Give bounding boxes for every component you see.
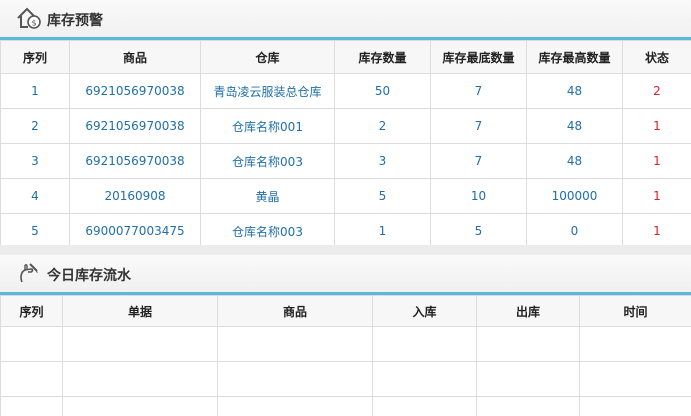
cell-product: 6921056970038 bbox=[69, 73, 201, 109]
cell-product: 6921056970038 bbox=[69, 143, 201, 179]
cell-status: 1 bbox=[622, 143, 691, 179]
table-row[interactable]: 3 6921056970038 仓库名称003 3 7 48 1 bbox=[0, 143, 691, 179]
cell-seq: 5 bbox=[0, 213, 70, 245]
cell-status: 1 bbox=[622, 108, 691, 144]
cell-product: 6921056970038 bbox=[69, 108, 201, 144]
table-row bbox=[0, 361, 691, 397]
cell-max-qty: 100000 bbox=[526, 178, 623, 214]
cell-seq: 2 bbox=[0, 108, 70, 144]
col-header-product: 商品 bbox=[217, 295, 373, 327]
cell-max-qty: 48 bbox=[526, 73, 623, 109]
cell-min-qty: 7 bbox=[430, 143, 527, 179]
cell-product: 6900077003475 bbox=[69, 213, 201, 245]
cell-qty: 3 bbox=[334, 143, 431, 179]
cell-max-qty: 0 bbox=[526, 213, 623, 245]
table-row bbox=[0, 396, 691, 416]
cell-seq: 1 bbox=[0, 73, 70, 109]
cell-qty: 2 bbox=[334, 108, 431, 144]
table-row[interactable]: 4 20160908 黄晶 5 10 100000 1 bbox=[0, 178, 691, 214]
cell-seq: 4 bbox=[0, 178, 70, 214]
cell-seq: 3 bbox=[0, 143, 70, 179]
stock-alert-panel: $ 库存预警 序列 商品 仓库 库存数量 库存最底数量 库存最高数量 状态 1 … bbox=[0, 0, 691, 245]
cell-max-qty: 48 bbox=[526, 108, 623, 144]
stock-flow-header: 今日库存流水 bbox=[0, 255, 691, 295]
cell-max-qty: 48 bbox=[526, 143, 623, 179]
house-money-icon: $ bbox=[17, 7, 41, 29]
cell-warehouse: 仓库名称001 bbox=[200, 108, 335, 144]
table-header-row: 序列 单据 商品 入库 出库 时间 bbox=[0, 295, 691, 327]
cell-min-qty: 5 bbox=[430, 213, 527, 245]
col-header-warehouse: 仓库 bbox=[200, 40, 335, 74]
col-header-qty: 库存数量 bbox=[334, 40, 431, 74]
stock-alert-header: $ 库存预警 bbox=[0, 0, 691, 40]
table-header-row: 序列 商品 仓库 库存数量 库存最底数量 库存最高数量 状态 bbox=[0, 40, 691, 74]
cell-warehouse: 黄晶 bbox=[200, 178, 335, 214]
stock-alert-title: 库存预警 bbox=[47, 13, 103, 29]
col-header-document: 单据 bbox=[62, 295, 218, 327]
cell-qty: 1 bbox=[334, 213, 431, 245]
cell-product: 20160908 bbox=[69, 178, 201, 214]
cell-qty: 50 bbox=[334, 73, 431, 109]
cell-warehouse: 仓库名称003 bbox=[200, 143, 335, 179]
table-row[interactable]: 1 6921056970038 青岛凌云服装总仓库 50 7 48 2 bbox=[0, 73, 691, 109]
table-row[interactable]: 5 6900077003475 仓库名称003 1 5 0 1 bbox=[0, 213, 691, 245]
stock-flow-panel: 今日库存流水 序列 单据 商品 入库 出库 时间 bbox=[0, 255, 691, 416]
hand-pen-icon bbox=[20, 263, 38, 283]
table-row[interactable]: 2 6921056970038 仓库名称001 2 7 48 1 bbox=[0, 108, 691, 144]
cell-min-qty: 7 bbox=[430, 108, 527, 144]
cell-warehouse: 仓库名称003 bbox=[200, 213, 335, 245]
col-header-inbound: 入库 bbox=[372, 295, 477, 327]
col-header-seq: 序列 bbox=[0, 295, 63, 327]
col-header-outbound: 出库 bbox=[476, 295, 580, 327]
col-header-product: 商品 bbox=[69, 40, 201, 74]
col-header-seq: 序列 bbox=[0, 40, 70, 74]
cell-status: 1 bbox=[622, 213, 691, 245]
col-header-time: 时间 bbox=[579, 295, 691, 327]
col-header-max-qty: 库存最高数量 bbox=[526, 40, 623, 74]
col-header-status: 状态 bbox=[622, 40, 691, 74]
cell-status: 1 bbox=[622, 178, 691, 214]
cell-min-qty: 10 bbox=[430, 178, 527, 214]
stock-flow-table: 序列 单据 商品 入库 出库 时间 bbox=[0, 295, 691, 416]
cell-qty: 5 bbox=[334, 178, 431, 214]
cell-warehouse: 青岛凌云服装总仓库 bbox=[200, 73, 335, 109]
svg-text:$: $ bbox=[31, 19, 36, 28]
table-row bbox=[0, 326, 691, 362]
col-header-min-qty: 库存最底数量 bbox=[430, 40, 527, 74]
stock-flow-title: 今日库存流水 bbox=[47, 268, 131, 284]
stock-alert-table: 序列 商品 仓库 库存数量 库存最底数量 库存最高数量 状态 1 6921056… bbox=[0, 40, 691, 245]
cell-min-qty: 7 bbox=[430, 73, 527, 109]
cell-status: 2 bbox=[622, 73, 691, 109]
